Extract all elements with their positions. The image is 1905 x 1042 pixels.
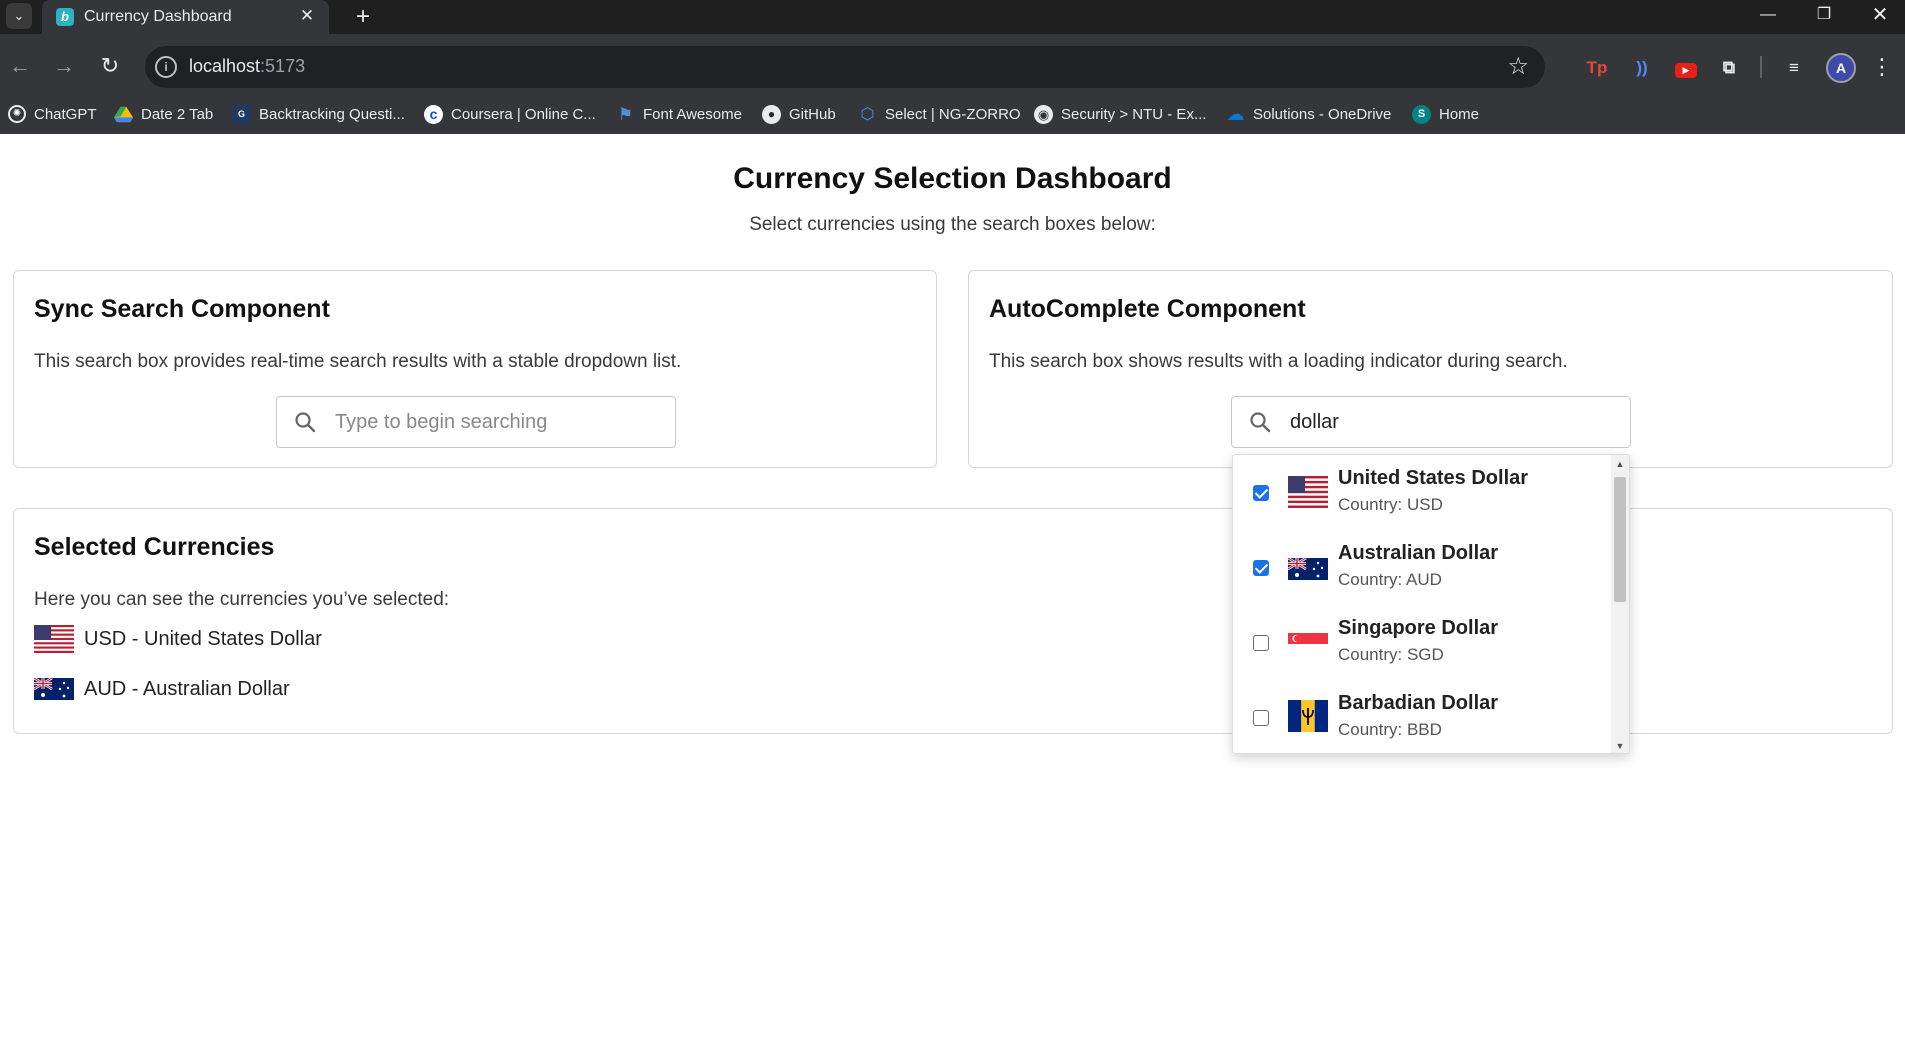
onedrive-icon: ☁: [1226, 103, 1245, 124]
tab-close-icon[interactable]: ✕: [297, 6, 317, 26]
option-name: Australian Dollar: [1338, 542, 1499, 564]
scroll-down-arrow-icon[interactable]: ▼: [1615, 741, 1625, 751]
scroll-up-arrow-icon[interactable]: ▲: [1615, 459, 1625, 469]
bookmark-star-icon[interactable]: ☆: [1507, 52, 1529, 82]
tab-search-chevron-icon[interactable]: ⌄: [6, 3, 32, 29]
youtube-extension-icon[interactable]: ▶: [1672, 54, 1700, 82]
chatgpt-icon: ✺: [8, 105, 26, 123]
sync-search-title: Sync Search Component: [34, 295, 330, 323]
au-flag-icon: [34, 678, 74, 700]
minimize-window-icon[interactable]: —: [1740, 0, 1796, 34]
sync-search-card: Sync Search Component This search box pr…: [13, 270, 937, 468]
selected-currency-label: AUD - Australian Dollar: [84, 677, 290, 700]
option-country: Country: BBD: [1338, 720, 1442, 739]
bookmark-font-awesome[interactable]: ⚑ Font Awesome: [616, 102, 742, 126]
forward-arrow-icon[interactable]: →: [48, 50, 80, 82]
dropdown-scrollbar[interactable]: ▲ ▼: [1611, 455, 1629, 753]
media-control-icon[interactable]: ≡: [1780, 54, 1808, 82]
sync-search-input[interactable]: [335, 405, 655, 439]
reload-icon[interactable]: ↻: [94, 50, 126, 82]
address-bar[interactable]: i localhost:5173 ☆: [145, 46, 1545, 88]
tab-title: Currency Dashboard: [84, 8, 232, 25]
us-flag-icon: [1288, 476, 1328, 508]
bookmark-github[interactable]: ● GitHub: [762, 102, 836, 126]
audio-wave-extension-icon[interactable]: )): [1628, 54, 1656, 82]
toolbar-divider: [1760, 56, 1762, 78]
sg-flag-icon: [1288, 633, 1328, 655]
selected-currencies-title: Selected Currencies: [34, 533, 275, 561]
autocomplete-description: This search box shows results with a loa…: [989, 351, 1568, 372]
tp-extension-icon[interactable]: Tp: [1583, 54, 1611, 82]
selected-currency-label: USD - United States Dollar: [84, 627, 322, 650]
sharepoint-icon: S: [1412, 104, 1431, 124]
autocomplete-title: AutoComplete Component: [989, 295, 1306, 323]
search-icon: [1250, 412, 1271, 433]
github-icon: ●: [762, 104, 781, 124]
ng-zorro-icon: ⬡: [860, 105, 875, 123]
url-text[interactable]: localhost:5173: [189, 56, 305, 77]
page-subtitle: Select currencies using the search boxes…: [749, 214, 1156, 235]
bb-flag-icon: [1288, 700, 1328, 732]
option-country: Country: USD: [1338, 495, 1443, 514]
sync-search-box[interactable]: [276, 396, 676, 448]
bookmarks-bar: ✺ ChatGPT Date 2 Tab G Backtracking Ques…: [0, 98, 1905, 130]
coursera-icon: c: [424, 104, 443, 124]
bookmark-date-2-tab[interactable]: Date 2 Tab: [114, 102, 213, 126]
tab-favicon-icon: b: [56, 8, 74, 26]
extensions-puzzle-icon[interactable]: ⧉: [1715, 54, 1743, 82]
dropdown-option[interactable]: Australian Dollar Country: AUD: [1233, 530, 1613, 605]
option-name: United States Dollar: [1338, 467, 1529, 489]
bookmark-ng-zorro[interactable]: ⬡ Select | NG-ZORRO: [858, 102, 1021, 126]
close-window-icon[interactable]: ✕: [1852, 0, 1905, 34]
browser-menu-icon[interactable]: ⋮: [1870, 50, 1894, 84]
option-checkbox[interactable]: [1253, 710, 1269, 726]
selected-currency-item: AUD - Australian Dollar: [34, 675, 290, 703]
option-country: Country: SGD: [1338, 645, 1444, 664]
bookmark-home[interactable]: S Home: [1412, 102, 1479, 126]
browser-toolbar: ← → ↻ i localhost:5173 ☆ Tp )) ▶ ⧉ ≡ A ⋮…: [0, 34, 1905, 134]
option-name: Barbadian Dollar: [1338, 692, 1499, 714]
option-name: Singapore Dollar: [1338, 617, 1499, 639]
dropdown-option[interactable]: United States Dollar Country: USD: [1233, 455, 1613, 530]
search-icon: [295, 412, 316, 433]
page-content: Currency Selection Dashboard Select curr…: [0, 134, 1905, 1042]
new-tab-button[interactable]: +: [348, 2, 378, 32]
restore-window-icon[interactable]: ❐: [1796, 0, 1852, 34]
au-flag-icon: [1288, 558, 1328, 580]
option-checkbox[interactable]: [1253, 635, 1269, 651]
option-country: Country: AUD: [1338, 570, 1442, 589]
profile-avatar[interactable]: A: [1826, 53, 1856, 83]
bookmark-chatgpt[interactable]: ✺ ChatGPT: [8, 102, 97, 126]
browser-tab-strip: ⌄ b Currency Dashboard ✕ + — ❐ ✕: [0, 0, 1905, 34]
scrollbar-thumb[interactable]: [1614, 477, 1626, 602]
autocomplete-search-box[interactable]: [1231, 396, 1631, 448]
autocomplete-dropdown[interactable]: United States Dollar Country: USD Austra…: [1232, 454, 1630, 754]
bookmark-backtracking[interactable]: G Backtracking Questi...: [232, 102, 405, 126]
bookmark-onedrive[interactable]: ☁ Solutions - OneDrive: [1226, 102, 1392, 126]
geeksforgeeks-icon: G: [232, 104, 251, 124]
sync-search-description: This search box provides real-time searc…: [34, 351, 682, 372]
bookmark-security-ntu[interactable]: ◉ Security > NTU - Ex...: [1034, 102, 1206, 126]
browser-tab[interactable]: b Currency Dashboard ✕: [42, 0, 329, 34]
option-checkbox[interactable]: [1253, 485, 1269, 501]
selected-currencies-description: Here you can see the currencies you’ve s…: [34, 589, 450, 610]
selected-currency-item: USD - United States Dollar: [34, 625, 322, 653]
dropdown-option[interactable]: Singapore Dollar Country: SGD: [1233, 605, 1613, 680]
page-title: Currency Selection Dashboard: [733, 162, 1172, 195]
google-drive-icon: [114, 106, 133, 122]
autocomplete-search-input[interactable]: [1290, 405, 1610, 439]
back-arrow-icon[interactable]: ←: [4, 50, 36, 82]
globe-icon: ◉: [1034, 104, 1053, 124]
autocomplete-card: AutoComplete Component This search box s…: [968, 270, 1893, 468]
bookmark-coursera[interactable]: c Coursera | Online C...: [424, 102, 596, 126]
flag-icon: ⚑: [617, 104, 634, 124]
site-info-icon[interactable]: i: [155, 56, 177, 78]
dropdown-option[interactable]: Barbadian Dollar Country: BBD: [1233, 680, 1613, 753]
us-flag-icon: [34, 625, 74, 653]
option-checkbox[interactable]: [1253, 560, 1269, 576]
